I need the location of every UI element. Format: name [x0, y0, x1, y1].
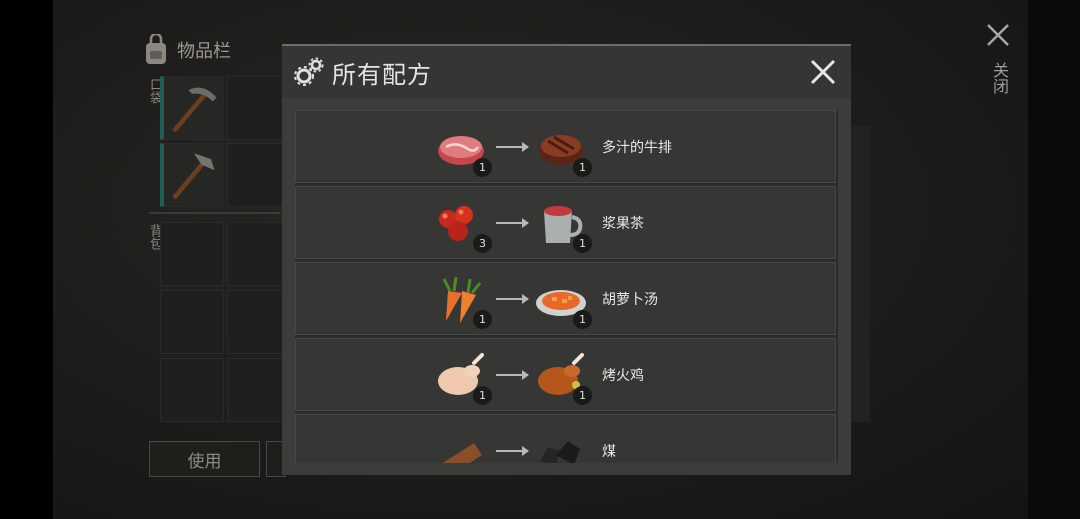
close-icon[interactable] — [985, 22, 1011, 48]
gears-icon — [294, 57, 324, 86]
count-badge: 1 — [573, 234, 592, 253]
modal-header: 所有配方 — [282, 46, 851, 98]
recipe-row[interactable]: 1 1 多汁的牛排 — [295, 110, 836, 183]
recipe-output: 1 — [534, 197, 592, 253]
arrow-icon — [496, 218, 529, 228]
count-badge: 3 — [473, 234, 492, 253]
backpack-slot[interactable] — [160, 358, 224, 422]
recipe-output: 1 — [534, 121, 592, 177]
recipe-input: 3 — [434, 197, 492, 253]
recipe-name: 胡萝卜汤 — [602, 292, 658, 308]
recipe-output — [534, 425, 588, 463]
backpack-icon — [146, 34, 166, 64]
stone-pickaxe-icon — [172, 153, 215, 199]
recipe-row[interactable]: 煤 — [295, 414, 836, 463]
recipe-row[interactable]: 1 1 胡萝卜汤 — [295, 262, 836, 335]
modal-title: 所有配方 — [332, 60, 432, 89]
use-button[interactable]: 使用 — [149, 441, 260, 477]
recipe-input: 1 — [434, 121, 492, 177]
recipe-row[interactable]: 1 1 烤火鸡 — [295, 338, 836, 411]
recipe-input — [434, 425, 488, 463]
recipe-name: 多汁的牛排 — [602, 140, 672, 156]
count-badge: 1 — [573, 310, 592, 329]
pocket-slot-hammer[interactable] — [160, 143, 224, 207]
recipe-row[interactable]: 3 1 浆果茶 — [295, 186, 836, 259]
recipe-input: 1 — [434, 349, 492, 405]
close-label[interactable]: 关闭 — [987, 62, 1011, 94]
recipe-input: 1 — [434, 273, 492, 329]
background-panel — [851, 126, 870, 422]
recipe-name: 浆果茶 — [602, 216, 644, 232]
inventory-title: 物品栏 — [177, 41, 231, 62]
log-icon — [443, 443, 482, 463]
inventory-header: 物品栏 — [141, 34, 231, 66]
arrow-icon — [496, 446, 529, 456]
backpack-slot[interactable] — [160, 290, 224, 354]
coal-icon — [540, 441, 580, 463]
count-badge: 1 — [573, 386, 592, 405]
recipe-output: 1 — [534, 349, 592, 405]
recipe-output: 1 — [534, 273, 592, 329]
inventory-divider — [149, 212, 281, 214]
recipe-list[interactable]: 1 1 多汁的牛排 3 1 浆果茶 1 1 胡萝卜汤 1 1 烤火鸡 煤 — [295, 110, 838, 463]
count-badge: 1 — [473, 310, 492, 329]
screen-edge — [1028, 0, 1080, 519]
count-badge: 1 — [473, 158, 492, 177]
close-icon[interactable] — [809, 58, 837, 86]
backpack-slot[interactable] — [160, 222, 224, 286]
count-badge: 1 — [473, 386, 492, 405]
arrow-icon — [496, 142, 529, 152]
arrow-icon — [496, 370, 529, 380]
pocket-slot-pickaxe[interactable] — [160, 76, 224, 140]
recipes-modal: 所有配方 1 1 多汁的牛排 3 1 浆果茶 1 1 胡萝卜汤 1 1 烤火鸡 … — [282, 44, 851, 475]
recipe-name: 烤火鸡 — [602, 368, 644, 384]
pickaxe-icon — [172, 87, 217, 132]
arrow-icon — [496, 294, 529, 304]
recipe-name: 煤 — [602, 444, 616, 460]
count-badge: 1 — [573, 158, 592, 177]
